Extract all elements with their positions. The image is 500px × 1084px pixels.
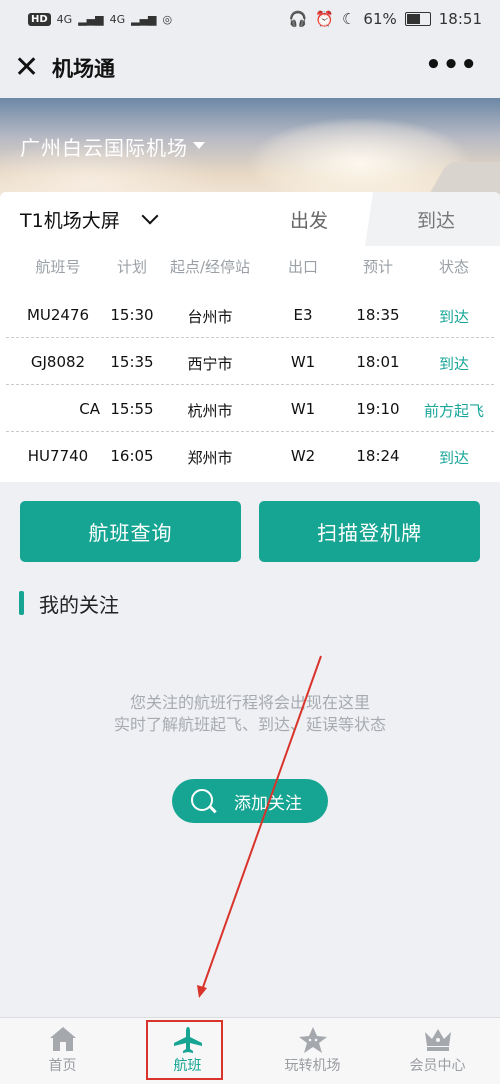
signal-bars-icon: ▂▄▆: [131, 12, 157, 26]
airport-selector[interactable]: 广州白云国际机场: [20, 132, 188, 161]
crown-icon: [424, 1029, 451, 1051]
tab-member-label: 会员中心: [409, 1058, 466, 1074]
exit-gate: W2: [290, 447, 316, 465]
tab-arrival[interactable]: 到达: [417, 206, 455, 233]
flight-number: MU2476: [26, 306, 90, 324]
status-bar: HD 4G ▂▄▆ 4G ▂▄▆ ◎ 🎧 ⏰ ☾ 61% 18:51: [0, 0, 500, 38]
tab-member-center[interactable]: 会员中心: [375, 1018, 500, 1084]
board-tabs: T1机场大屏 出发 到达: [0, 192, 500, 246]
eta-time: 18:35: [356, 306, 400, 324]
bottom-tab-bar: 首页 航班 玩转机场 会员中心: [0, 1017, 500, 1084]
empty-hint-line2: 实时了解航班起飞、到达、延误等状态: [113, 715, 386, 734]
flight-board: T1机场大屏 出发 到达 航班号 计划 起点/经停站 出口 预计 状态 MU24…: [0, 192, 500, 482]
column-eta: 预计: [362, 258, 393, 276]
flight-status: 到达: [438, 449, 469, 467]
chevron-down-icon[interactable]: [141, 207, 159, 225]
signal-indicators: HD 4G ▂▄▆ 4G ▂▄▆ ◎: [28, 12, 173, 26]
eta-time: 18:01: [356, 353, 400, 371]
table-row[interactable]: GJ8082 15:35 西宁市 W1 18:01 到达: [0, 339, 500, 385]
section-title-follow: 我的关注: [39, 593, 119, 617]
flight-status: 到达: [438, 308, 469, 326]
battery-percent: 61%: [363, 10, 397, 28]
column-status: 状态: [438, 258, 469, 276]
origin-city: 西宁市: [187, 355, 233, 373]
flight-number: GJ8082: [30, 353, 86, 371]
table-header: 航班号 计划 起点/经停站 出口 预计 状态: [0, 256, 500, 280]
moon-icon: ☾: [341, 10, 356, 28]
add-follow-button[interactable]: 添加关注: [172, 779, 328, 823]
tab-home[interactable]: 首页: [0, 1018, 125, 1084]
plan-time: 15:35: [110, 353, 154, 371]
alarm-icon: ⏰: [315, 10, 334, 28]
signal-4g-1: 4G: [56, 12, 73, 26]
annotation-arrow-head: [197, 985, 207, 998]
page-title: 机场通: [52, 57, 115, 81]
table-row[interactable]: MU2476 15:30 台州市 E3 18:35 到达: [0, 292, 500, 338]
star-icon: [298, 1027, 327, 1053]
flight-number: CA: [79, 400, 100, 418]
plan-time: 15:55: [110, 400, 154, 418]
tab-explore-airport[interactable]: 玩转机场: [250, 1018, 375, 1084]
flight-status: 前方起飞: [423, 402, 484, 420]
flight-number: HU7740: [27, 447, 89, 465]
signal-bars-icon: ▂▄▆: [78, 12, 104, 26]
exit-gate: E3: [293, 306, 313, 324]
headset-icon: 🎧: [288, 10, 308, 28]
tab-home-label: 首页: [48, 1058, 77, 1074]
empty-hint-line1: 您关注的航班行程将会出现在这里: [129, 693, 370, 712]
home-icon: [49, 1027, 76, 1051]
tab-departure[interactable]: 出发: [290, 206, 328, 233]
flight-status: 到达: [438, 355, 469, 373]
flight-query-button[interactable]: 航班查询: [20, 501, 241, 562]
battery-icon: [404, 12, 431, 26]
tab-explore-label: 玩转机场: [284, 1058, 341, 1074]
column-origin: 起点/经停站: [169, 258, 251, 276]
hd-badge: HD: [28, 12, 51, 26]
more-options-icon[interactable]: •••: [425, 52, 478, 78]
nav-bar: ✕ 机场通 •••: [0, 38, 500, 98]
row-divider: [6, 431, 494, 432]
clock-time: 18:51: [438, 10, 482, 28]
table-row[interactable]: HU7740 16:05 郑州市 W2 18:24 到达: [0, 433, 500, 479]
plan-time: 15:30: [110, 306, 154, 324]
eta-time: 18:24: [356, 447, 400, 465]
section-accent-bar: [19, 591, 24, 615]
row-divider: [6, 384, 494, 385]
terminal-selector[interactable]: T1机场大屏: [20, 206, 120, 233]
origin-city: 郑州市: [187, 449, 233, 467]
eta-time: 19:10: [356, 400, 400, 418]
data-saver-icon: ◎: [162, 12, 173, 26]
status-right: 🎧 ⏰ ☾ 61% 18:51: [289, 10, 482, 28]
search-icon: [191, 789, 213, 811]
row-divider: [6, 337, 494, 338]
caret-down-icon[interactable]: [193, 142, 205, 149]
exit-gate: W1: [290, 400, 316, 418]
origin-city: 台州市: [187, 308, 233, 326]
add-follow-label: 添加关注: [234, 793, 302, 814]
column-flight: 航班号: [35, 258, 81, 276]
origin-city: 杭州市: [187, 402, 233, 420]
exit-gate: W1: [290, 353, 316, 371]
plan-time: 16:05: [110, 447, 154, 465]
signal-4g-2: 4G: [109, 12, 126, 26]
scan-boarding-pass-button[interactable]: 扫描登机牌: [259, 501, 480, 562]
column-plan: 计划: [116, 258, 147, 276]
close-icon[interactable]: ✕: [14, 53, 44, 83]
table-row[interactable]: CA 15:55 杭州市 W1 19:10 前方起飞: [0, 386, 500, 432]
annotation-highlight-box: [146, 1020, 223, 1080]
column-exit: 出口: [287, 258, 318, 276]
